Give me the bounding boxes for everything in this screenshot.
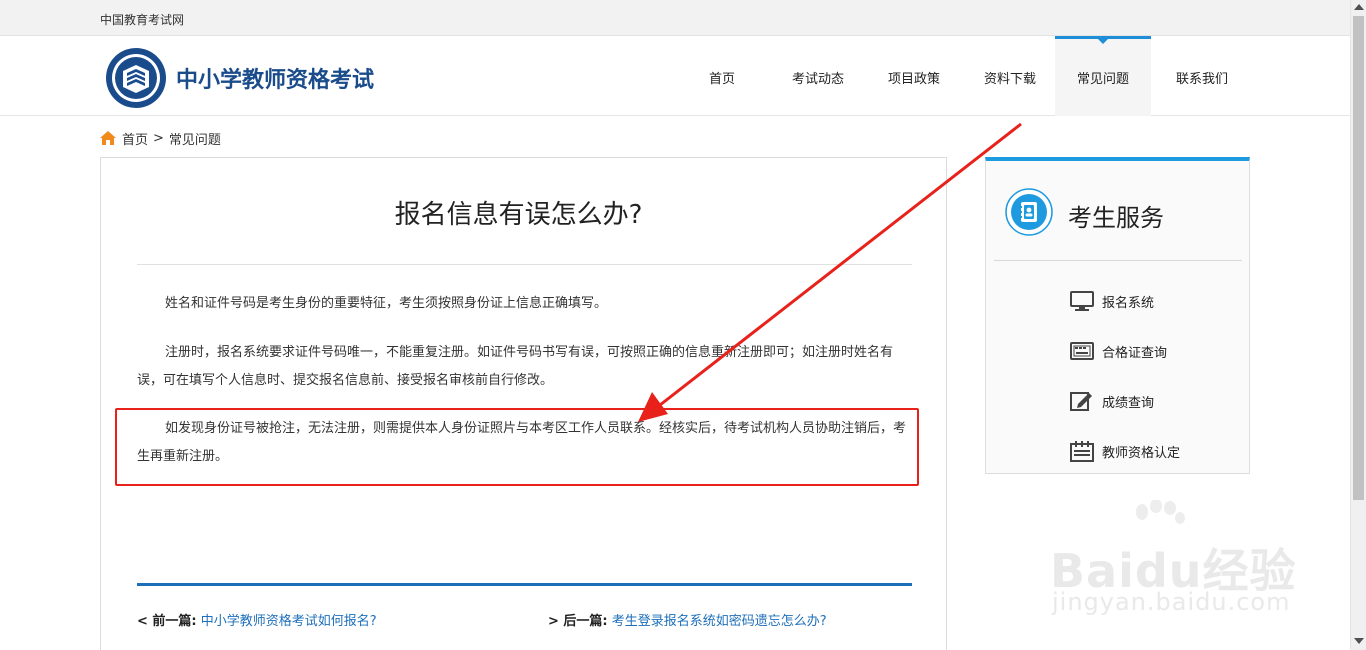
service-label: 教师资格认定 bbox=[1102, 445, 1181, 461]
scroll-up-icon[interactable] bbox=[1354, 4, 1364, 10]
scroll-thumb[interactable] bbox=[1353, 16, 1364, 500]
highlight-annotation-box bbox=[115, 408, 919, 486]
title-divider bbox=[137, 264, 912, 265]
home-icon bbox=[100, 131, 116, 145]
nav-exam-news[interactable]: 考试动态 bbox=[778, 36, 858, 116]
nav-policy[interactable]: 项目政策 bbox=[874, 36, 954, 116]
vertical-scrollbar[interactable] bbox=[1350, 0, 1366, 650]
top-strip: 中国教育考试网 bbox=[0, 0, 1350, 36]
header: 中小学教师资格考试 首页 考试动态 项目政策 资料下载 常见问题 联系我们 bbox=[0, 36, 1350, 116]
services-header: 考生服务 bbox=[986, 161, 1249, 261]
article-title: 报名信息有误怎么办? bbox=[394, 200, 643, 230]
breadcrumb-current: 常见问题 bbox=[168, 132, 221, 148]
prev-label: < 前一篇: bbox=[137, 614, 197, 629]
service-label: 合格证查询 bbox=[1102, 345, 1168, 361]
contacts-book-icon bbox=[1005, 188, 1053, 236]
next-article: > 后一篇: 考生登录报名系统如密码遗忘怎么办? bbox=[548, 610, 827, 629]
service-score-query[interactable]: 成绩查询 bbox=[1070, 388, 1154, 414]
breadcrumb-separator: > bbox=[153, 130, 164, 146]
scroll-down-icon[interactable] bbox=[1354, 638, 1364, 644]
brand-title[interactable]: 中小学教师资格考试 bbox=[176, 62, 374, 94]
nav-faq[interactable]: 常见问题 bbox=[1055, 36, 1151, 116]
breadcrumb-home[interactable]: 首页 bbox=[122, 129, 148, 148]
nav-faq-label: 常见问题 bbox=[1076, 72, 1129, 87]
services-title: 考生服务 bbox=[1068, 204, 1164, 232]
services-divider bbox=[994, 260, 1242, 261]
service-label: 成绩查询 bbox=[1102, 395, 1155, 411]
service-certificate-query[interactable]: 合格证查询 bbox=[1070, 338, 1167, 364]
article-paragraph-2: 注册时，报名系统要求证件号码唯一，不能重复注册。如证件号码书写有误，可按照正确的… bbox=[137, 345, 894, 388]
monitor-icon bbox=[1070, 291, 1094, 311]
breadcrumb: 首页 > 常见问题 bbox=[100, 128, 221, 148]
article-paragraph-1: 姓名和证件号码是考生身份的重要特征，考生须按照身份证上信息正确填写。 bbox=[165, 296, 608, 311]
article-panel: 报名信息有误怎么办? 姓名和证件号码是考生身份的重要特征，考生须按照身份证上信息… bbox=[100, 157, 947, 650]
active-caret-icon bbox=[1097, 38, 1109, 44]
next-label: > 后一篇: bbox=[548, 614, 608, 629]
watermark-url: jingyan.baidu.com bbox=[1052, 588, 1291, 616]
keyboard-icon bbox=[1070, 342, 1094, 360]
nav-contact[interactable]: 联系我们 bbox=[1162, 36, 1242, 116]
prev-article: < 前一篇: 中小学教师资格考试如何报名? bbox=[137, 610, 377, 629]
nav-home[interactable]: 首页 bbox=[690, 36, 754, 116]
calendar-icon bbox=[1070, 441, 1094, 462]
service-registration-system[interactable]: 报名系统 bbox=[1070, 288, 1154, 314]
baidu-watermark: Baidu经验 jingyan.baidu.com bbox=[1020, 500, 1310, 630]
next-article-link[interactable]: 考生登录报名系统如密码遗忘怎么办? bbox=[612, 614, 827, 629]
candidate-services-panel: 考生服务 报名系统 合格证查询 成绩查询 教师资格认定 bbox=[985, 157, 1250, 474]
article-bottom-divider bbox=[137, 583, 912, 586]
service-teacher-certification[interactable]: 教师资格认定 bbox=[1070, 438, 1180, 464]
logo-emblem-icon[interactable] bbox=[105, 47, 167, 109]
edit-icon bbox=[1070, 392, 1092, 411]
site-name[interactable]: 中国教育考试网 bbox=[100, 11, 184, 28]
nav-downloads[interactable]: 资料下载 bbox=[970, 36, 1050, 116]
prev-article-link[interactable]: 中小学教师资格考试如何报名? bbox=[201, 614, 377, 629]
service-label: 报名系统 bbox=[1102, 295, 1155, 311]
